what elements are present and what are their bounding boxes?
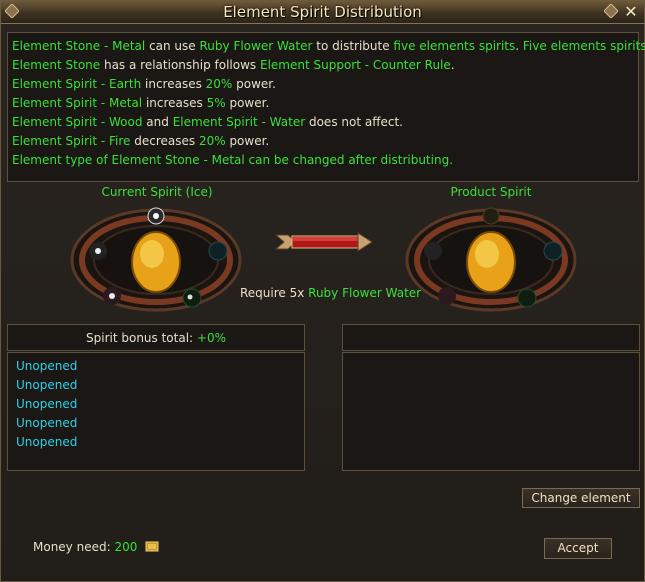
current-spirit-ring[interactable] (68, 206, 244, 314)
product-slot-list (342, 352, 640, 471)
change-element-button[interactable]: Change element (522, 488, 640, 508)
window-title: Element Spirit Distribution (223, 3, 422, 21)
gold-coin-icon (145, 541, 159, 552)
element-spirit-window: Element Spirit Distribution ✕ Element St… (0, 0, 645, 582)
spirit-bonus-panel: Spirit bonus total: +0% (7, 324, 305, 351)
description-segment: power. (232, 77, 276, 91)
description-segment: Element type of Element Stone - Metal ca… (12, 153, 454, 167)
description-segment: does not affect. (305, 115, 403, 129)
description-segment: 20% (198, 134, 226, 148)
description-segment: power. (225, 134, 270, 148)
description-line: Element Spirit - Wood and Element Spirit… (12, 113, 634, 132)
description-segment: 20% (205, 77, 233, 91)
slot-item: Unopened (16, 416, 78, 430)
slot-item: Unopened (16, 359, 78, 373)
description-segment: five elements spirits (393, 39, 516, 53)
product-bonus-panel (342, 324, 640, 351)
description-line: Element Spirit - Fire decreases 20% powe… (12, 132, 634, 151)
description-line: Element Spirit - Metal increases 5% powe… (12, 94, 634, 113)
description-line: Element Spirit - Earth increases 20% pow… (12, 75, 634, 94)
description-segment: . (515, 39, 523, 53)
spirit-slot-list: Unopened Unopened Unopened Unopened Unop… (7, 352, 305, 471)
money-value: 200 (114, 540, 138, 554)
transform-arrow-icon (274, 232, 373, 252)
description-segment: decreases (130, 134, 199, 148)
description-segment: power. (225, 96, 270, 110)
description-line: Element Stone - Metal can use Ruby Flowe… (12, 37, 645, 56)
description-segment: Ruby Flower Water (199, 39, 313, 53)
money-need: Money need: 200 (33, 540, 159, 554)
description-segment: increases (141, 77, 206, 91)
description-line: Element type of Element Stone - Metal ca… (12, 151, 634, 170)
description-segment: . (450, 58, 455, 72)
description-segment: Element Spirit - Earth (12, 77, 142, 91)
description-segment: can use (145, 39, 200, 53)
close-icon[interactable]: ✕ (622, 3, 640, 21)
description-segment: has a relationship follows (100, 58, 260, 72)
bonus-label: Spirit bonus total: (86, 331, 197, 345)
money-label: Money need: (33, 540, 115, 554)
accept-button[interactable]: Accept (544, 538, 612, 559)
require-item: Ruby Flower Water (308, 286, 422, 300)
description-segment: Five elements spirits (522, 39, 645, 53)
current-spirit-label: Current Spirit (Ice) (101, 185, 213, 199)
slot-item: Unopened (16, 378, 78, 392)
description-segment: Element Spirit - Water (172, 115, 306, 129)
description-segment: Element Support - Counter Rule (259, 58, 451, 72)
description-segment: to distribute (312, 39, 394, 53)
description-segment: Element Stone - Metal (12, 39, 146, 53)
slot-item: Unopened (16, 397, 78, 411)
product-spirit-ring[interactable] (403, 206, 579, 314)
require-prefix: Require 5x (240, 286, 309, 300)
ornament-icon (604, 4, 618, 18)
product-spirit-label: Product Spirit (450, 185, 532, 199)
requirement-text: Require 5x Ruby Flower Water (240, 286, 421, 300)
description-segment: and (142, 115, 173, 129)
description-panel: Element Stone - Metal can use Ruby Flowe… (7, 32, 645, 182)
description-segment: increases (142, 96, 207, 110)
bonus-value: +0% (196, 331, 226, 345)
title-bar[interactable]: Element Spirit Distribution ✕ (1, 1, 644, 24)
description-segment: Element Spirit - Wood (12, 115, 143, 129)
description-segment: Element Spirit - Fire (12, 134, 131, 148)
description-segment: Element Spirit - Metal (12, 96, 143, 110)
description-line: Element Stone has a relationship follows… (12, 56, 634, 75)
slot-item: Unopened (16, 435, 78, 449)
description-segment: 5% (206, 96, 226, 110)
description-segment: Element Stone (12, 58, 101, 72)
